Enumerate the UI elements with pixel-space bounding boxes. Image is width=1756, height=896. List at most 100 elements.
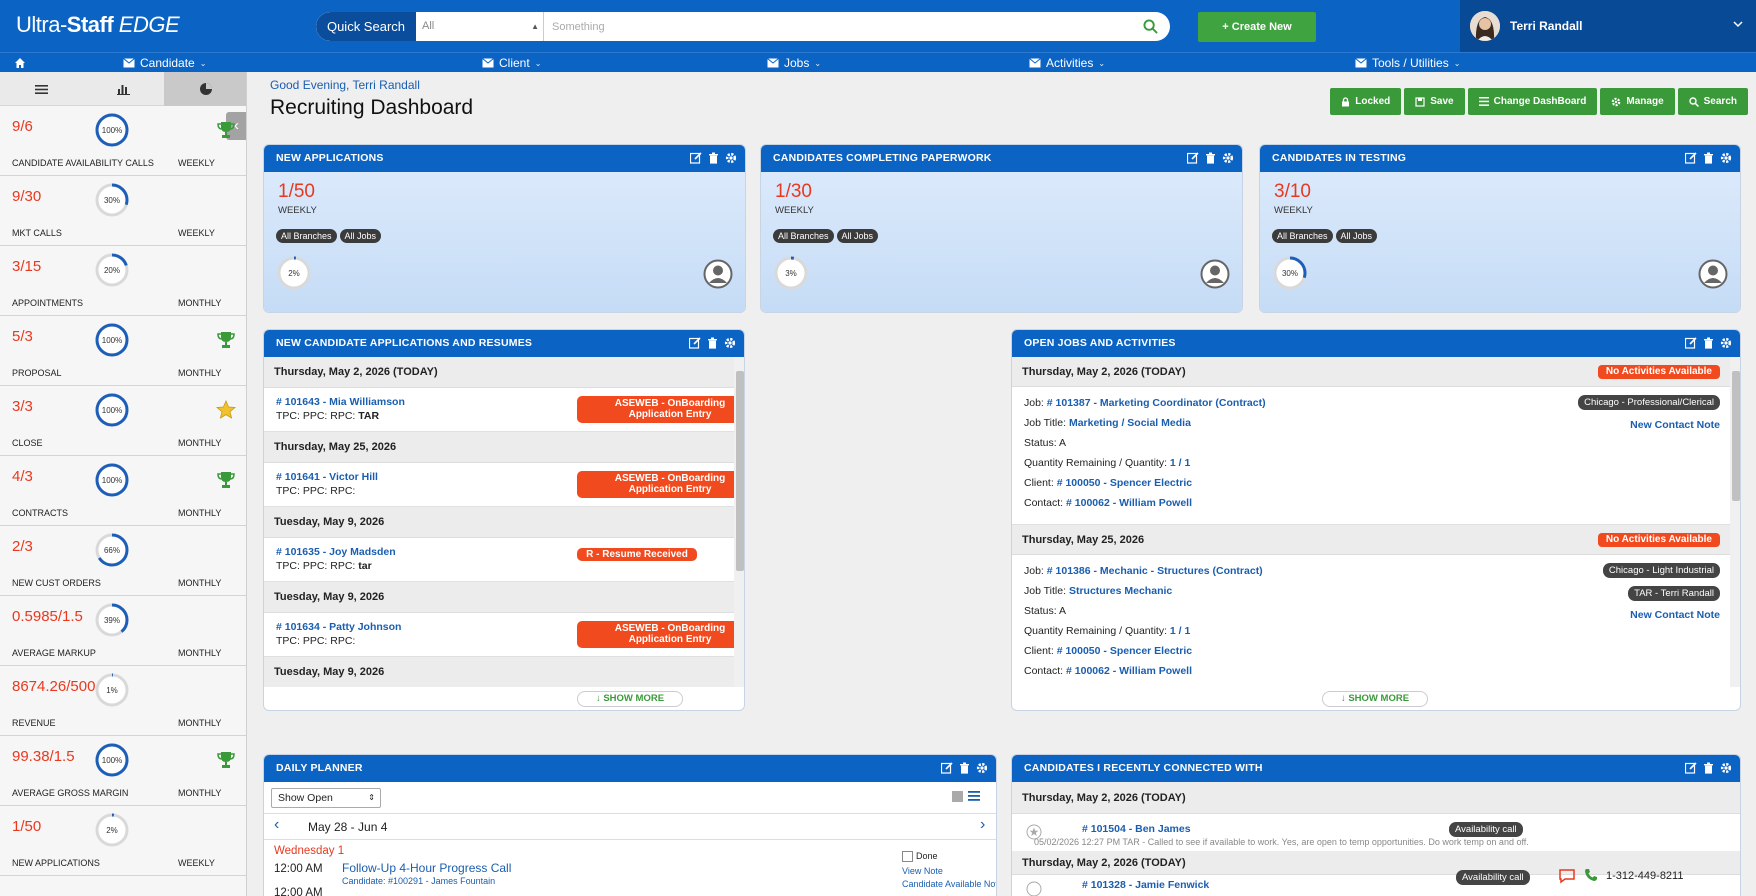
filter-chip[interactable]: All Branches: [1272, 229, 1333, 243]
planner-filter-select[interactable]: Show Open ⇕: [271, 788, 381, 808]
nav-client[interactable]: Client ⌄: [482, 53, 541, 73]
search-input[interactable]: [552, 12, 1112, 41]
candidate-link[interactable]: # 101634 - Patty Johnson: [276, 621, 401, 633]
open-jobs-scrollbar[interactable]: [1730, 357, 1740, 687]
gear-icon[interactable]: [1222, 152, 1234, 164]
job-title-line-value[interactable]: Structures Mechanic: [1069, 585, 1172, 597]
list-view-icon[interactable]: [968, 790, 980, 802]
trash-icon[interactable]: [1205, 152, 1216, 164]
save-button[interactable]: Save: [1404, 88, 1465, 115]
prev-week-icon[interactable]: ‹: [274, 816, 279, 834]
metric-row[interactable]: 9/6 100% CANDIDATE AVAILABILITY CALLS WEEKL…: [0, 106, 246, 176]
change-dashboard-button[interactable]: Change DashBoard: [1467, 88, 1598, 115]
edit-icon[interactable]: [941, 762, 953, 774]
edit-icon[interactable]: [689, 337, 701, 349]
new-contact-note-link[interactable]: New Contact Note: [1630, 609, 1720, 621]
job-line-value[interactable]: # 101387 - Marketing Coordinator (Contra…: [1047, 397, 1266, 409]
no-activities-tag[interactable]: No Activities Available: [1597, 365, 1720, 379]
client-line-value[interactable]: # 100050 - Spencer Electric: [1057, 645, 1192, 657]
gear-icon[interactable]: [1720, 337, 1732, 349]
contact-line-value[interactable]: # 100062 - William Powell: [1066, 665, 1192, 677]
job-title-line-value[interactable]: Marketing / Social Media: [1069, 417, 1191, 429]
next-week-icon[interactable]: ›: [980, 816, 985, 834]
gear-icon[interactable]: [1720, 762, 1732, 774]
filter-chip[interactable]: All Branches: [773, 229, 834, 243]
scroll-thumb[interactable]: [1732, 371, 1740, 501]
metric-row[interactable]: 1/50 2% NEW APPLICATIONS WEEKLY: [0, 806, 246, 876]
entry-candidate-link[interactable]: Candidate: #100291 - James Fountain: [342, 876, 495, 886]
application-row[interactable]: # 101634 - Patty Johnson TPC: PPC: RPC: A…: [264, 613, 734, 657]
metric-row[interactable]: 8674.26/500 1% REVENUE MONTHLY: [0, 666, 246, 736]
edit-icon[interactable]: [1685, 337, 1697, 349]
filter-chip[interactable]: All Jobs: [1335, 229, 1378, 243]
candidate-link[interactable]: # 101635 - Joy Madsden: [276, 546, 396, 558]
manage-button[interactable]: Manage: [1600, 88, 1675, 115]
status-tag[interactable]: ASEWEB - OnBoarding Application Entry: [577, 396, 734, 423]
chat-icon[interactable]: [1558, 868, 1576, 884]
trash-icon[interactable]: [708, 152, 719, 164]
home-icon[interactable]: [14, 53, 26, 73]
nav-activities[interactable]: Activities ⌄: [1029, 53, 1105, 73]
user-circle-icon[interactable]: [703, 259, 733, 289]
app-logo[interactable]: Ultra-Staff EDGE: [16, 12, 180, 38]
user-menu[interactable]: Terri Randall: [1460, 0, 1756, 52]
done-checkbox[interactable]: [902, 851, 913, 862]
metric-row[interactable]: 4/3 100% CONTRACTS MONTHLY: [0, 456, 246, 526]
no-activities-tag[interactable]: No Activities Available: [1597, 533, 1720, 547]
tab-list-view[interactable]: [0, 72, 82, 106]
applications-scrollbar[interactable]: [734, 357, 744, 687]
user-circle-icon[interactable]: [1698, 259, 1728, 289]
user-circle-icon[interactable]: [1200, 259, 1230, 289]
show-more-button[interactable]: ↓ SHOW MORE: [577, 691, 683, 707]
metric-row[interactable]: 99.38/1.5 100% AVERAGE GROSS MARGIN MONTHLY: [0, 736, 246, 806]
trash-icon[interactable]: [1703, 152, 1714, 164]
metric-row[interactable]: 3/3 100% CLOSE MONTHLY: [0, 386, 246, 456]
application-row[interactable]: # 101635 - Joy Madsden TPC: PPC: RPC: tar…: [264, 538, 734, 582]
show-more-button[interactable]: ↓ SHOW MORE: [1322, 691, 1428, 707]
filter-chip[interactable]: All Jobs: [339, 229, 382, 243]
grid-view-icon[interactable]: [952, 791, 963, 802]
status-tag[interactable]: ASEWEB - OnBoarding Application Entry: [577, 471, 734, 498]
candidate-available-note-link[interactable]: Candidate Available Note: [902, 879, 996, 889]
gear-icon[interactable]: [1720, 152, 1732, 164]
locked-button[interactable]: Locked: [1330, 88, 1402, 115]
metric-row[interactable]: 2/3 66% NEW CUST ORDERS MONTHLY: [0, 526, 246, 596]
phone-icon[interactable]: [1584, 868, 1598, 882]
search-icon[interactable]: [1143, 19, 1158, 34]
nav-tools[interactable]: Tools / Utilities ⌄: [1355, 53, 1460, 73]
quantity-line-value[interactable]: 1 / 1: [1170, 625, 1190, 637]
recent-candidate-link[interactable]: # 101504 - Ben James: [1082, 823, 1191, 835]
edit-icon[interactable]: [690, 152, 702, 164]
metric-row[interactable]: 5/3 100% PROPOSAL MONTHLY: [0, 316, 246, 386]
candidate-link[interactable]: # 101641 - Victor Hill: [276, 471, 378, 483]
application-row[interactable]: # 101643 - Mia Williamson TPC: PPC: RPC: …: [264, 388, 734, 432]
phone-number[interactable]: 1-312-449-8211: [1606, 870, 1683, 882]
status-tag[interactable]: ASEWEB - OnBoarding Application Entry: [577, 621, 734, 648]
trash-icon[interactable]: [707, 337, 718, 349]
scroll-thumb[interactable]: [736, 371, 744, 571]
contact-line-value[interactable]: # 100062 - William Powell: [1066, 497, 1192, 509]
edit-icon[interactable]: [1685, 762, 1697, 774]
view-note-link[interactable]: View Note: [902, 866, 943, 876]
candidate-link[interactable]: # 101643 - Mia Williamson: [276, 396, 405, 408]
application-row[interactable]: # 101641 - Victor Hill TPC: PPC: RPC: ASE…: [264, 463, 734, 507]
search-button[interactable]: Search: [1677, 88, 1748, 115]
filter-chip[interactable]: All Jobs: [836, 229, 879, 243]
trash-icon[interactable]: [959, 762, 970, 774]
quantity-line-value[interactable]: 1 / 1: [1170, 457, 1190, 469]
filter-chip[interactable]: All Branches: [276, 229, 337, 243]
status-tag[interactable]: R - Resume Received: [577, 548, 697, 561]
trash-icon[interactable]: [1703, 762, 1714, 774]
nav-candidate[interactable]: Candidate ⌄: [123, 53, 206, 73]
metric-row[interactable]: 3/15 20% APPOINTMENTS MONTHLY: [0, 246, 246, 316]
gear-icon[interactable]: [724, 337, 736, 349]
new-contact-note-link[interactable]: New Contact Note: [1630, 419, 1720, 431]
chevron-down-icon[interactable]: [1732, 18, 1744, 30]
tab-pie-chart[interactable]: [164, 72, 246, 106]
search-scope-select[interactable]: All ▲: [416, 12, 544, 41]
nav-jobs[interactable]: Jobs ⌄: [767, 53, 821, 73]
job-line-value[interactable]: # 101386 - Mechanic - Structures (Contra…: [1047, 565, 1263, 577]
star-outline-icon[interactable]: [1026, 881, 1042, 896]
metric-row[interactable]: 0.5985/1.5 39% AVERAGE MARKUP MONTHLY: [0, 596, 246, 666]
edit-icon[interactable]: [1187, 152, 1199, 164]
